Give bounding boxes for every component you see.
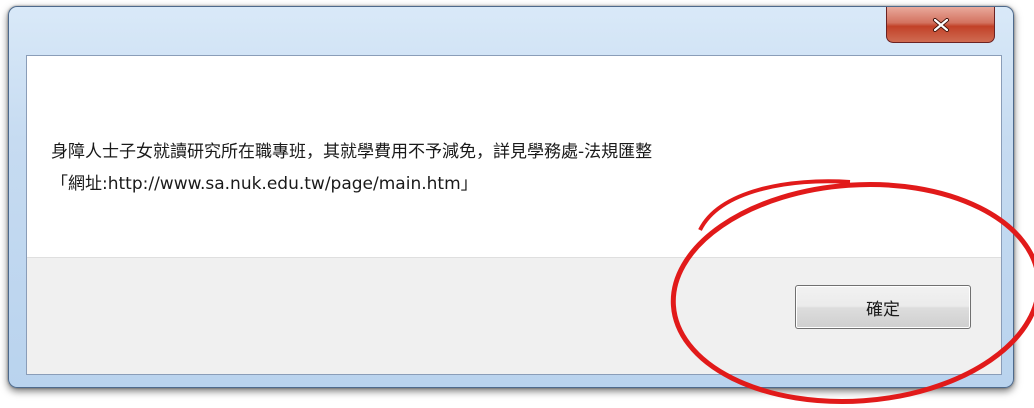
dialog-client-area: 身障人士子女就讀研究所在職專班，其就學費用不予減免，詳見學務處-法規匯整 「網址… [26, 55, 1002, 375]
ok-button[interactable]: 確定 [795, 285, 971, 329]
close-x-icon [932, 17, 950, 32]
message-dialog-window: 身障人士子女就讀研究所在職專班，其就學費用不予減免，詳見學務處-法規匯整 「網址… [8, 6, 1014, 388]
dialog-button-bar: 確定 [27, 257, 1001, 374]
screenshot-stage: 身障人士子女就讀研究所在職專班，其就學費用不予減免，詳見學務處-法規匯整 「網址… [0, 0, 1034, 408]
message-line-2: 「網址:http://www.sa.nuk.edu.tw/page/main.h… [51, 174, 478, 194]
message-line-1: 身障人士子女就讀研究所在職專班，其就學費用不予減免，詳見學務處-法規匯整 [51, 142, 653, 162]
close-button[interactable] [886, 7, 995, 43]
message-area: 身障人士子女就讀研究所在職專班，其就學費用不予減免，詳見學務處-法規匯整 「網址… [27, 56, 1001, 257]
dialog-message: 身障人士子女就讀研究所在職專班，其就學費用不予減免，詳見學務處-法規匯整 「網址… [51, 136, 981, 200]
